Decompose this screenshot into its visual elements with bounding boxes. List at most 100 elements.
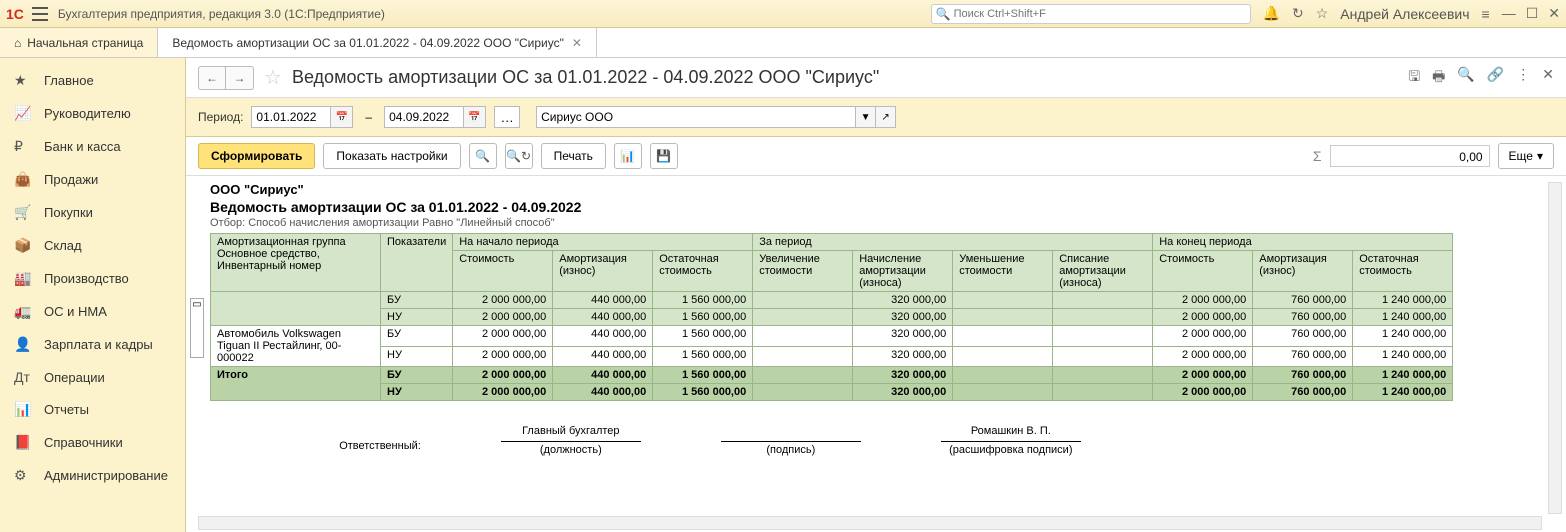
org-title: ООО "Сириус" [210,182,1554,197]
sidebar-icon: 📊 [14,401,32,418]
sidebar: ★ Главное 📈 Руководителю ₽ Банк и касса 👜Прода… [0,58,186,532]
sidebar-item-5[interactable]: 📦Склад [0,229,185,262]
maximize-button[interactable]: ☐ [1526,5,1539,22]
date-to[interactable]: 📅 [384,106,486,128]
nav-fwd-button[interactable]: → [226,66,254,90]
tab-home-label: Начальная страница [27,36,143,50]
sidebar-icon: 👤 [14,336,32,353]
period-label: Период: [198,110,243,124]
username[interactable]: Андрей Алексеевич [1340,6,1469,22]
calendar-icon[interactable]: 📅 [464,106,486,128]
print-button[interactable]: Печать [541,143,606,169]
sidebar-item-6[interactable]: 🏭Производство [0,262,185,295]
sidebar-icon: 📈 [14,105,32,122]
print-icon[interactable]: 🖶 [1432,66,1445,90]
signature-block: Ответственный: Главный бухгалтер(должнос… [210,425,1210,456]
search-input[interactable] [931,4,1251,24]
more-icon[interactable]: ⋮ [1516,66,1530,90]
tab-close-icon[interactable]: ✕ [572,36,582,50]
asset-nu-row[interactable]: НУ 2 000 000,00440 000,001 560 000,00 32… [211,346,1453,367]
sidebar-item-11[interactable]: 📕Справочники [0,426,185,459]
sidebar-item-12[interactable]: ⚙Администрирование [0,459,185,492]
sidebar-label: Банк и касса [44,139,121,154]
sidebar-item-4[interactable]: 🛒Покупки [0,196,185,229]
find-next-button[interactable]: 🔍↻ [505,143,533,169]
more-button[interactable]: Еще▾ [1498,143,1554,169]
sidebar-icon: Дт [14,369,32,385]
main-area: ← → ☆ Ведомость амортизации ОС за 01.01.… [186,58,1566,532]
org-open-icon[interactable]: ↗ [876,106,896,128]
favorite-star-icon[interactable]: ☆ [264,65,282,90]
global-search[interactable]: 🔍 [931,4,1251,24]
sum-nu-row: НУ 2 000 000,00440 000,001 560 000,00 32… [211,309,1453,326]
sidebar-label: Главное [44,73,94,88]
sidebar-icon: 🏭 [14,270,32,287]
sidebar-label: Справочники [44,435,123,450]
date-from[interactable]: 📅 [251,106,353,128]
sidebar-item-0[interactable]: ★ Главное [0,64,185,97]
col-start: На начало периода [453,234,753,251]
sidebar-icon: 👜 [14,171,32,188]
asset-bu-row[interactable]: Автомобиль Volkswagen Tiguan II Рестайли… [211,326,1453,347]
sidebar-item-2[interactable]: ₽ Банк и касса [0,130,185,163]
sidebar-icon: ★ [14,72,32,89]
sig-resp-label: Ответственный: [339,440,421,456]
scrollbar-horizontal[interactable] [198,516,1542,530]
star-icon[interactable]: ☆ [1316,5,1329,22]
sidebar-icon: ₽ [14,138,32,155]
outline-toggle[interactable]: ▭ [190,298,204,358]
report-body: ООО "Сириус" Ведомость амортизации ОС за… [186,176,1566,532]
sidebar-icon: ⚙ [14,467,32,484]
nav-back-button[interactable]: ← [198,66,226,90]
chart-button[interactable]: 📊 [614,143,642,169]
sidebar-item-10[interactable]: 📊 Отчеты [0,393,185,426]
filter-text: Отбор: Способ начисления амортизации Рав… [210,217,1554,229]
sidebar-item-8[interactable]: 👤 Зарплата и кадры [0,328,185,361]
tools-row: Сформировать Показать настройки 🔍 🔍↻ Печ… [186,137,1566,176]
preview-icon[interactable]: 🔍 [1457,66,1474,90]
header-actions: 🖫 🖶 🔍 🔗 ⋮ ✕ [1408,66,1554,90]
params-bar: Период: 📅 – 📅 … ▼ ↗ [186,98,1566,137]
close-button[interactable]: ✕ [1548,5,1560,22]
settings-icon[interactable]: ≡ [1482,6,1490,22]
org-input[interactable] [536,106,856,128]
period-picker-button[interactable]: … [494,106,520,128]
logo-1c: 1C [6,6,24,22]
chevron-down-icon: ▾ [1537,149,1543,163]
settings-button[interactable]: Показать настройки [323,143,460,169]
disk-button[interactable]: 💾 [650,143,678,169]
sidebar-label: Руководителю [44,106,131,121]
sidebar-label: Зарплата и кадры [44,337,153,352]
titlebar: 1C Бухгалтерия предприятия, редакция 3.0… [0,0,1566,28]
form-button[interactable]: Сформировать [198,143,315,169]
sidebar-label: Операции [44,370,105,385]
org-dropdown-icon[interactable]: ▼ [856,106,876,128]
calendar-icon[interactable]: 📅 [331,106,353,128]
minimize-button[interactable]: — [1502,5,1516,22]
close-panel-icon[interactable]: ✕ [1542,66,1554,90]
total-nu-row: НУ 2 000 000,00440 000,001 560 000,00 32… [211,384,1453,401]
find-button[interactable]: 🔍 [469,143,497,169]
menu-icon[interactable] [32,7,48,21]
date-to-input[interactable] [384,106,464,128]
report-title: Ведомость амортизации ОС за 01.01.2022 -… [292,67,879,88]
link-icon[interactable]: 🔗 [1487,66,1504,90]
sidebar-item-3[interactable]: 👜Продажи [0,163,185,196]
scrollbar-vertical[interactable] [1548,182,1562,514]
bell-icon[interactable]: 🔔 [1263,5,1280,22]
date-from-input[interactable] [251,106,331,128]
report-table: Амортизационная группаОсновное средство,… [210,233,1453,401]
sidebar-label: Отчеты [44,402,89,417]
org-select[interactable]: ▼ ↗ [536,106,896,128]
sig-name: Ромашкин В. П. [941,425,1081,441]
save-icon[interactable]: 🖫 [1408,66,1420,90]
sidebar-item-7[interactable]: 🚛ОС и НМА [0,295,185,328]
col-period: За период [753,234,1153,251]
sidebar-item-1[interactable]: 📈 Руководителю [0,97,185,130]
report-header: ← → ☆ Ведомость амортизации ОС за 01.01.… [186,58,1566,98]
sidebar-item-9[interactable]: Дт Операции [0,361,185,393]
history-icon[interactable]: ↻ [1292,5,1304,22]
tab-home[interactable]: ⌂ Начальная страница [0,28,158,57]
tab-report[interactable]: Ведомость амортизации ОС за 01.01.2022 -… [158,28,597,57]
sigma-icon: Σ [1313,148,1322,164]
